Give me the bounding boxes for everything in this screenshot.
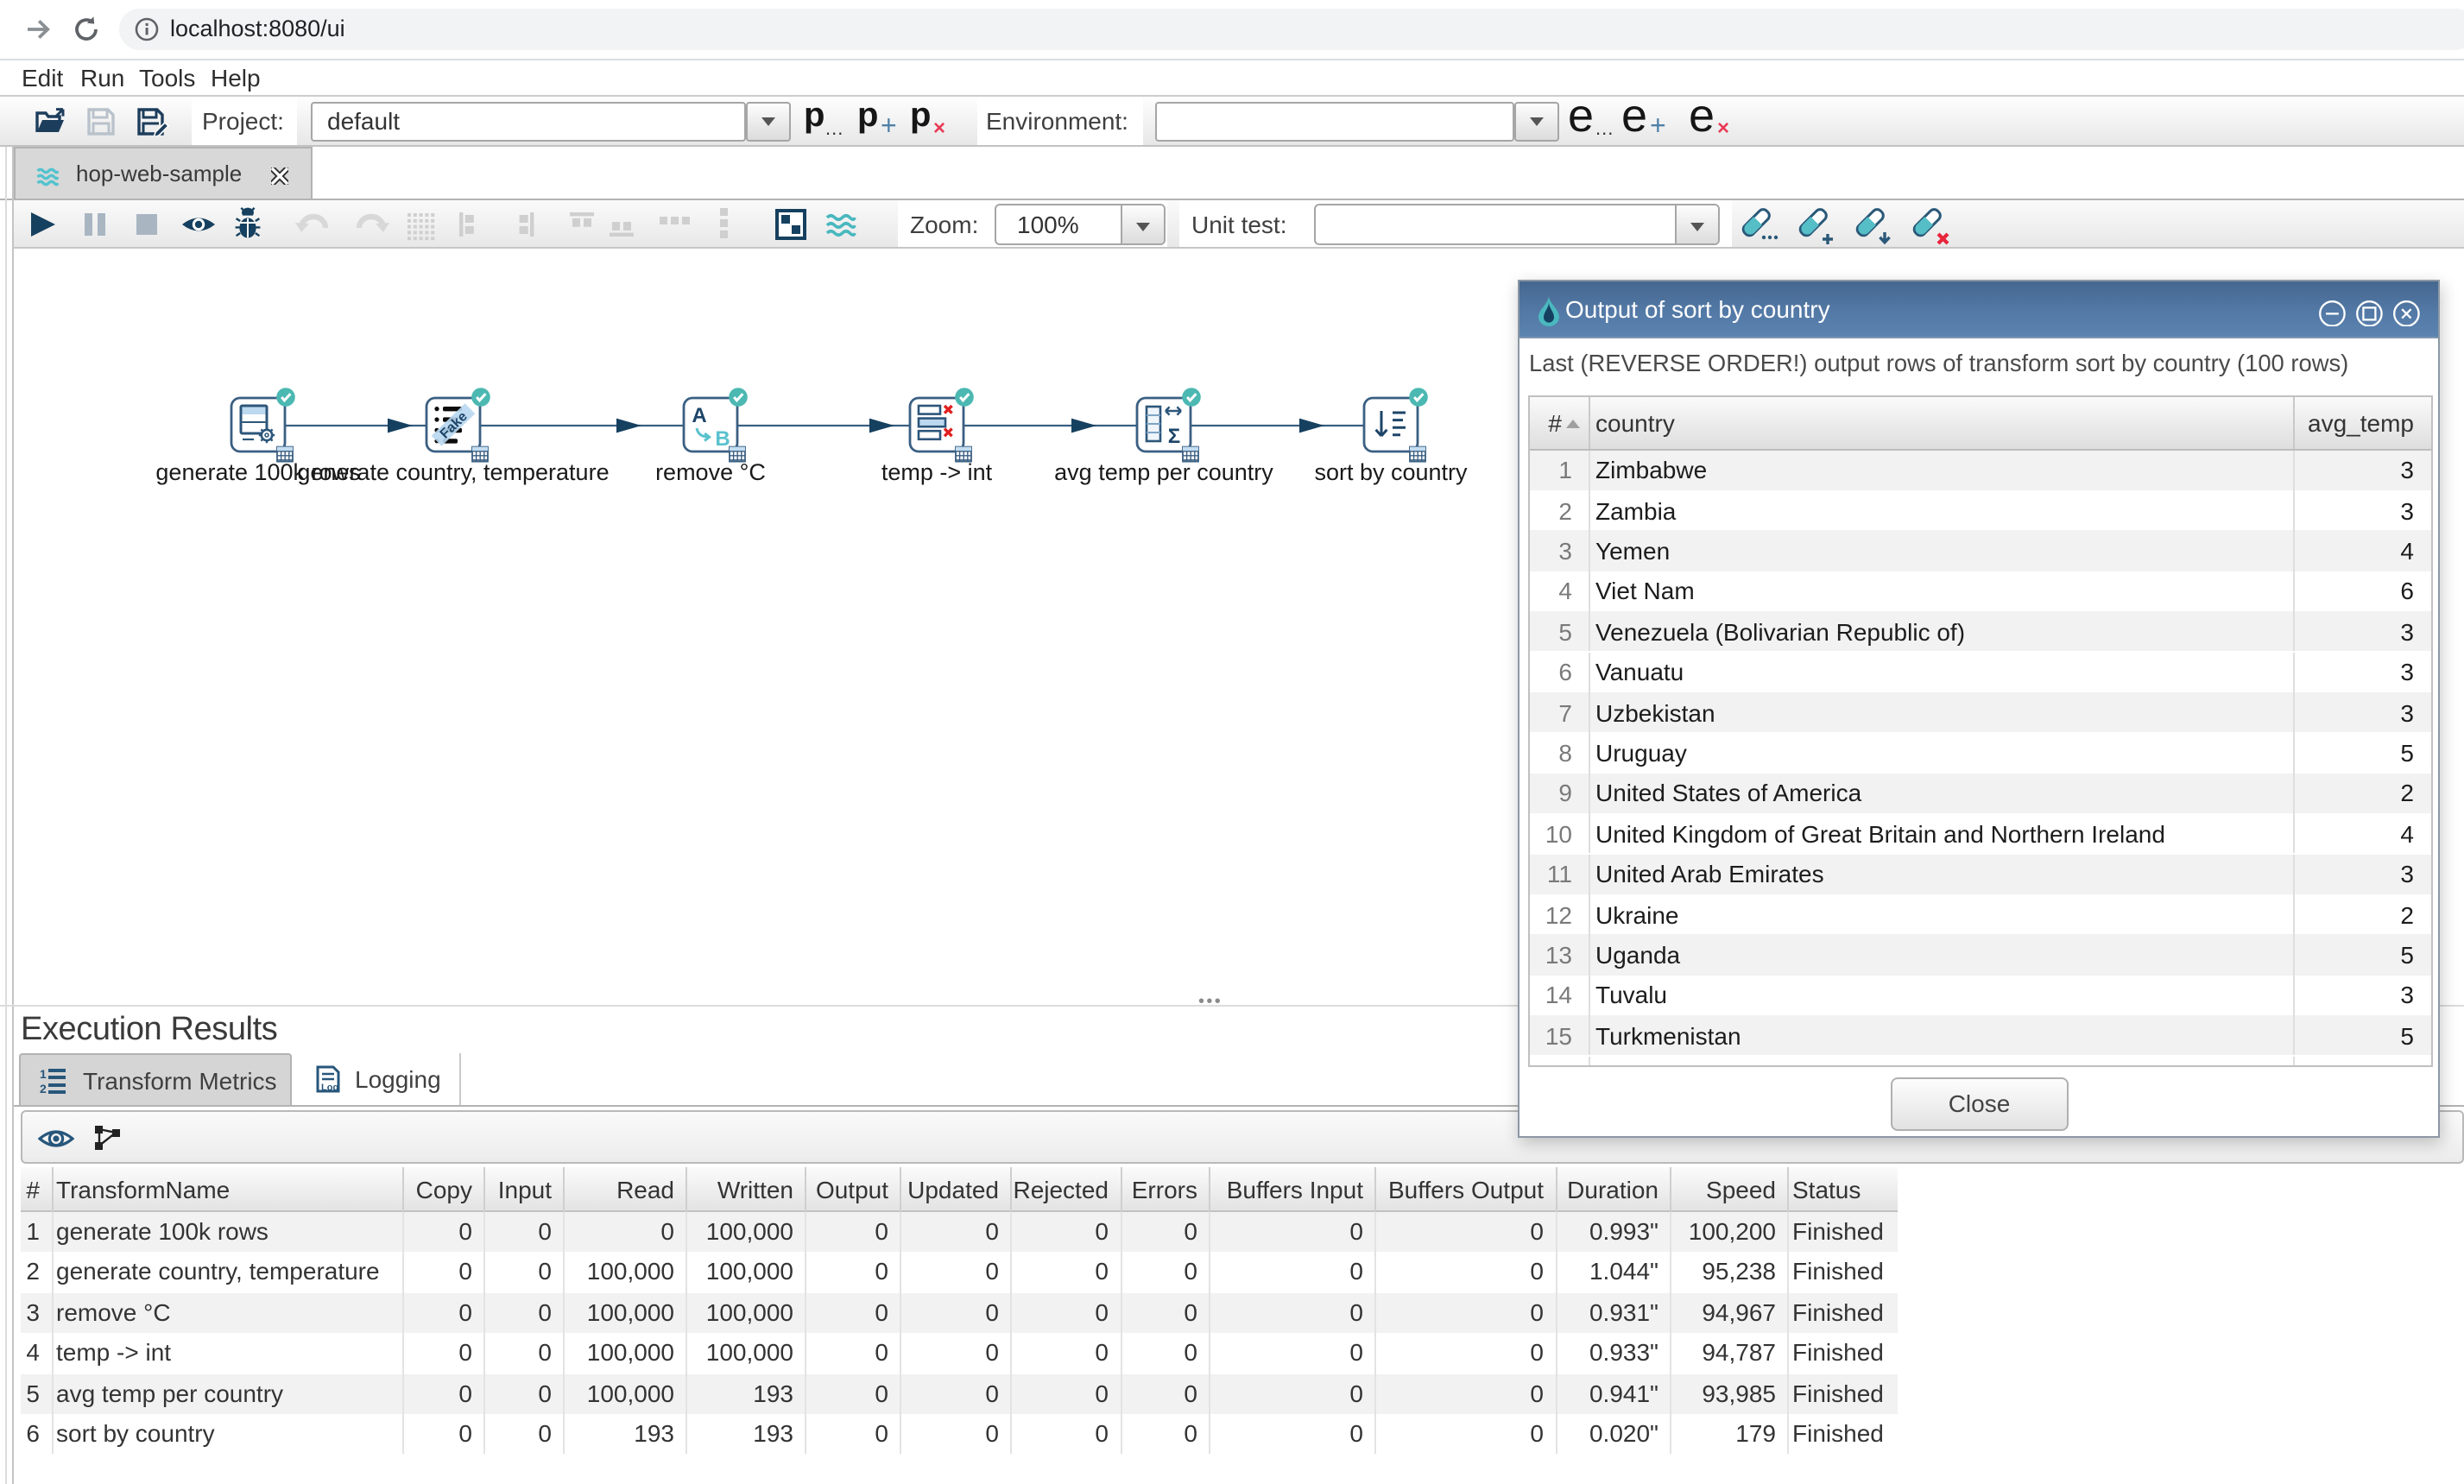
svg-text:A: A	[692, 403, 706, 426]
svg-text:B: B	[715, 426, 730, 450]
svg-text:Log: Log	[321, 1083, 338, 1093]
svg-text:1: 1	[39, 1067, 46, 1081]
svg-text:Σ: Σ	[1168, 424, 1180, 447]
svg-text:2: 2	[39, 1082, 46, 1095]
